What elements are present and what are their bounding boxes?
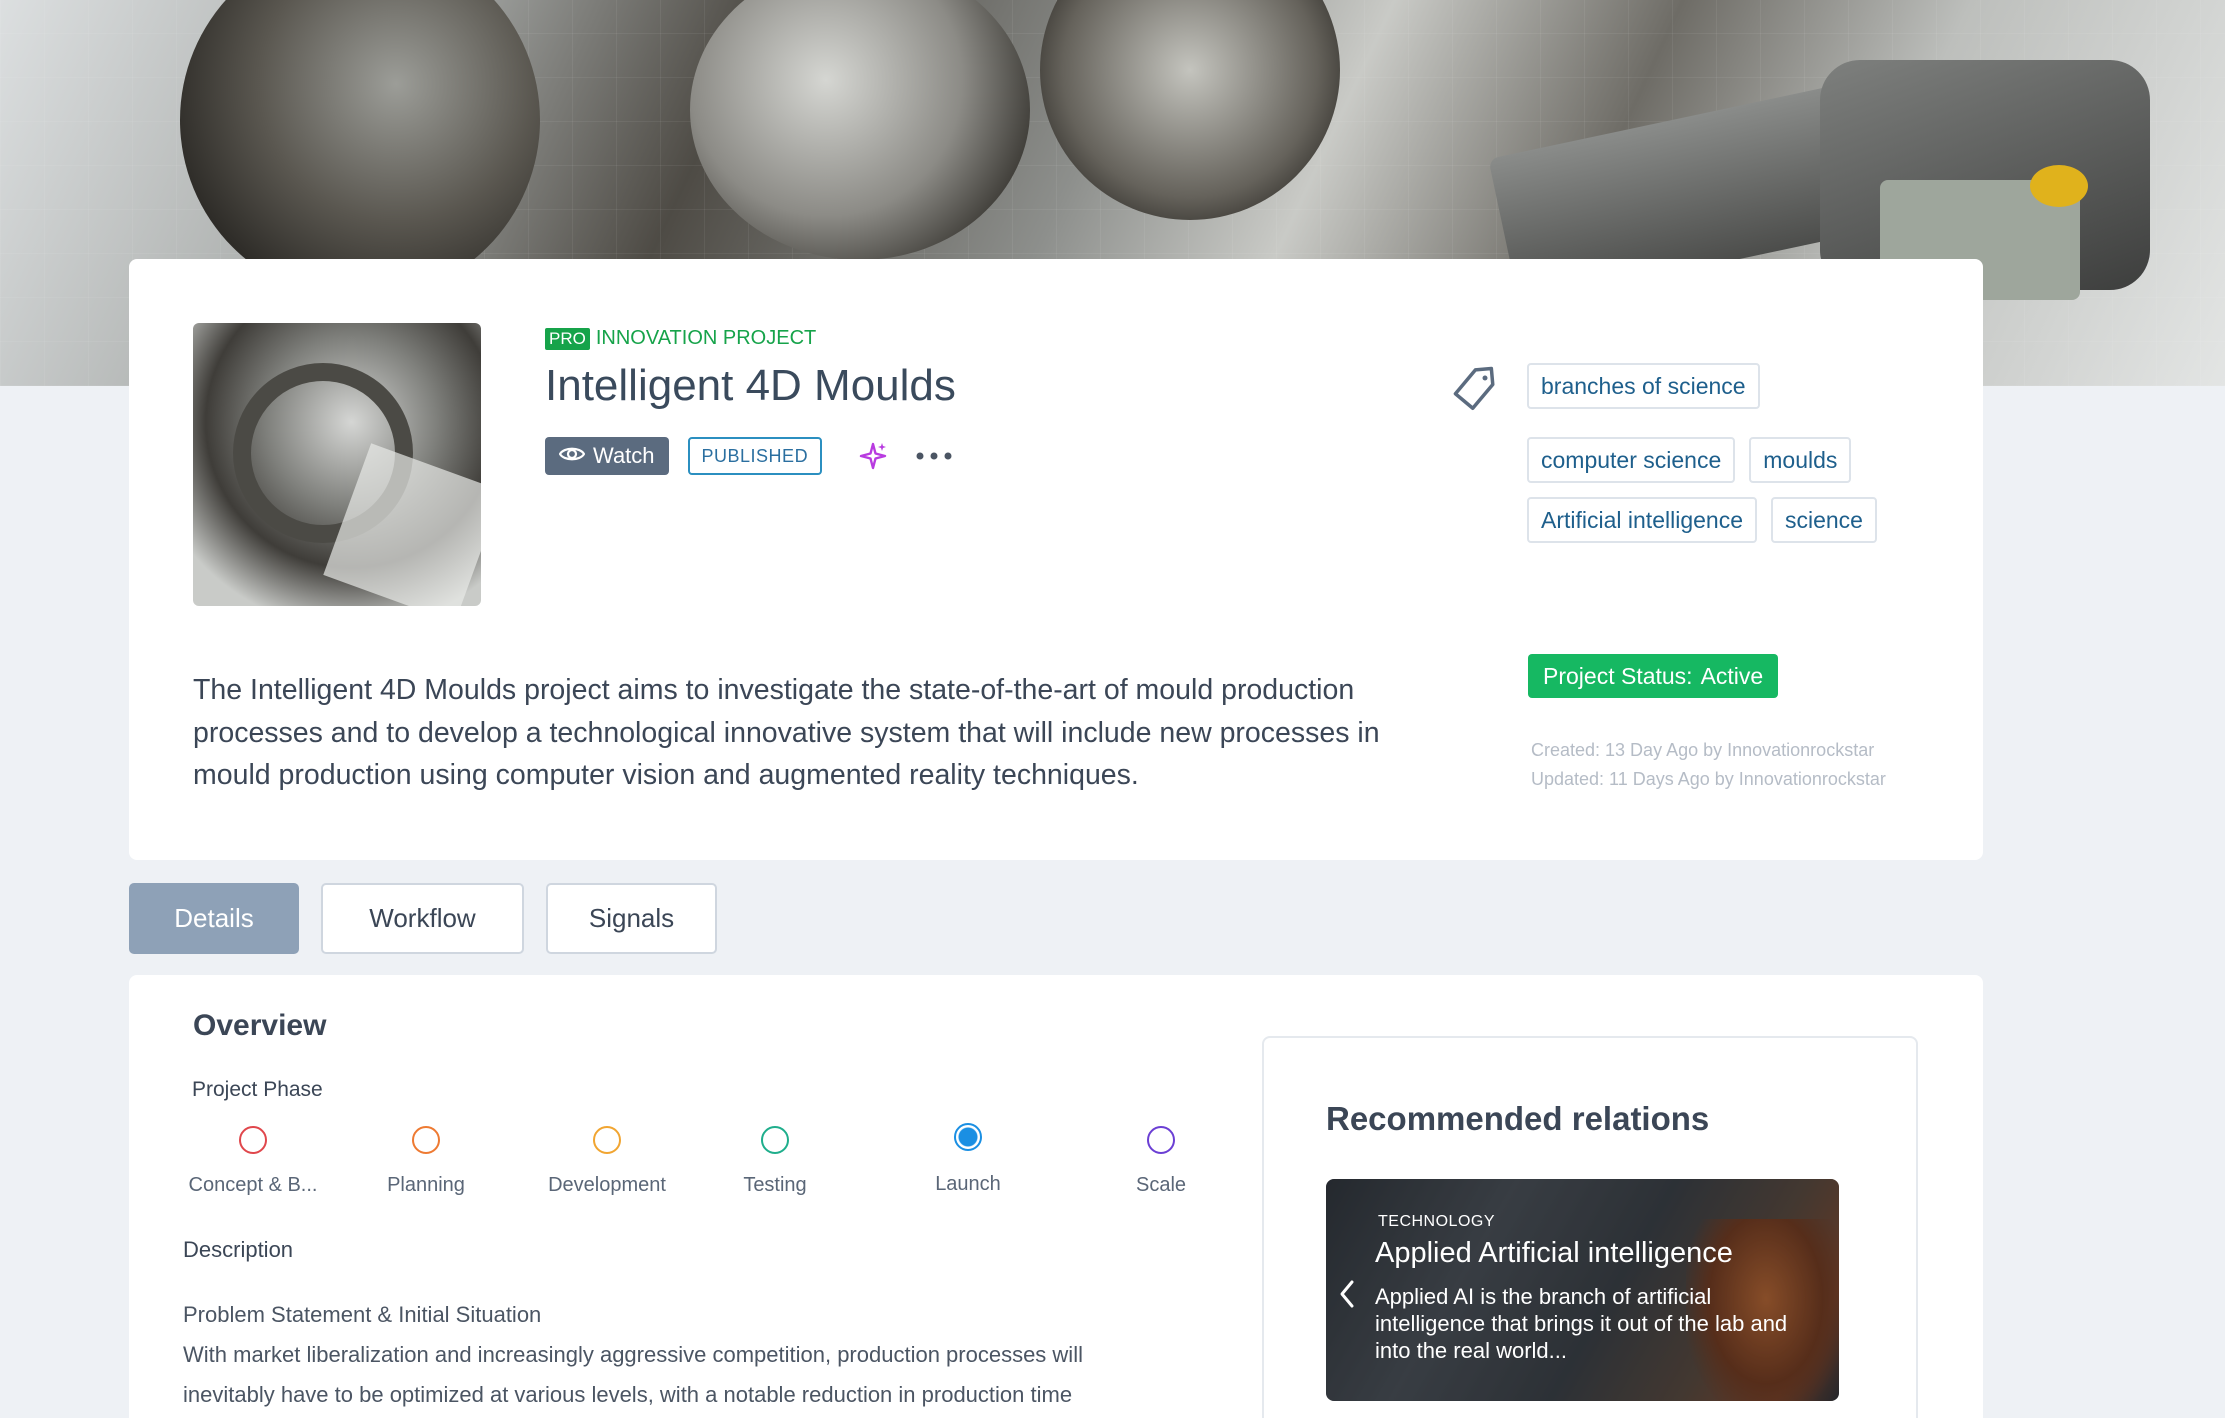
pro-badge: PRO xyxy=(545,327,590,350)
watch-button[interactable]: Watch xyxy=(545,437,669,475)
tab-bar: Details Workflow Signals xyxy=(129,883,717,954)
tag-chip[interactable]: computer science xyxy=(1527,437,1736,483)
recommended-title: Recommended relations xyxy=(1326,1100,1710,1137)
tab-signals[interactable]: Signals xyxy=(546,883,717,954)
phase-option-selected[interactable]: Launch xyxy=(888,1123,1048,1196)
phase-radio[interactable] xyxy=(1147,1126,1175,1154)
project-kicker: PRO INNOVATION PROJECT xyxy=(545,327,816,350)
phase-label: Launch xyxy=(935,1173,1001,1195)
description-line: With market liberalization and increasin… xyxy=(183,1342,1083,1367)
project-status-label: Project Status: xyxy=(1543,662,1693,689)
created-info: Created: 13 Day Ago by Innovationrocksta… xyxy=(1531,740,1875,760)
recommended-name[interactable]: Applied Artificial intelligence xyxy=(1375,1237,1733,1270)
phase-option[interactable]: Development xyxy=(527,1126,687,1197)
overview-title: Overview xyxy=(193,1009,327,1042)
project-type-label: INNOVATION PROJECT xyxy=(595,327,817,349)
tag-chip[interactable]: Artificial intelligence xyxy=(1527,497,1757,543)
sparkle-icon[interactable] xyxy=(856,439,890,473)
recommended-card[interactable]: TECHNOLOGY Applied Artificial intelligen… xyxy=(1326,1179,1839,1401)
phase-label: Scale xyxy=(1135,1174,1187,1196)
more-dots-icon[interactable] xyxy=(912,439,956,473)
phase-label: Development xyxy=(548,1174,666,1196)
tab-details[interactable]: Details xyxy=(129,883,299,954)
eye-icon xyxy=(558,443,586,469)
watch-label: Watch xyxy=(593,443,655,468)
phase-label: Concept & B... xyxy=(188,1174,318,1196)
phase-option[interactable]: Concept & B... xyxy=(173,1126,333,1197)
recommended-category: TECHNOLOGY xyxy=(1378,1213,1496,1230)
tag-icon xyxy=(1451,364,1499,412)
phase-option[interactable]: Planning xyxy=(346,1126,506,1197)
phase-label: Planning xyxy=(387,1174,465,1196)
project-thumbnail xyxy=(193,323,481,606)
updated-info: Updated: 11 Days Ago by Innovationrockst… xyxy=(1531,769,1886,789)
phase-radio[interactable] xyxy=(593,1126,621,1154)
published-badge: PUBLISHED xyxy=(687,437,823,475)
description-body: Problem Statement & Initial Situation Wi… xyxy=(183,1295,1223,1415)
recommended-relations-panel: Recommended relations TECHNOLOGY Applied… xyxy=(1262,1036,1918,1418)
description-line: inevitably have to be optimized at vario… xyxy=(183,1382,1073,1407)
project-title: Intelligent 4D Moulds xyxy=(545,361,956,410)
phase-radio-selected[interactable] xyxy=(954,1123,982,1151)
chevron-left-icon[interactable] xyxy=(1334,1274,1360,1314)
phase-radio[interactable] xyxy=(412,1126,440,1154)
tag-chip[interactable]: moulds xyxy=(1749,437,1852,483)
project-status-badge: Project Status: Active xyxy=(1528,654,1779,698)
tag-list: branches of science computer science mou… xyxy=(1527,363,1947,543)
tag-chip[interactable]: branches of science xyxy=(1527,363,1760,409)
project-phase-label: Project Phase xyxy=(192,1078,323,1101)
recommended-text: Applied AI is the branch of artificial i… xyxy=(1375,1284,1788,1363)
project-status-value: Active xyxy=(1700,662,1764,689)
phase-option[interactable]: Scale xyxy=(1081,1126,1241,1197)
phase-radio[interactable] xyxy=(761,1126,789,1154)
phase-label: Testing xyxy=(743,1174,807,1196)
details-panel: Overview Project Phase Concept & B... Pl… xyxy=(129,975,1983,1418)
tab-workflow[interactable]: Workflow xyxy=(321,883,524,954)
phase-radio[interactable] xyxy=(239,1126,267,1154)
description-heading: Description xyxy=(183,1237,294,1262)
tag-chip[interactable]: science xyxy=(1770,497,1877,543)
description-line: Problem Statement & Initial Situation xyxy=(183,1302,542,1327)
project-actions: Watch PUBLISHED xyxy=(545,437,956,475)
project-header-card: PRO INNOVATION PROJECT Intelligent 4D Mo… xyxy=(129,259,1983,860)
project-summary: The Intelligent 4D Moulds project aims t… xyxy=(193,674,1380,791)
phase-option[interactable]: Testing xyxy=(695,1126,855,1197)
project-meta: Created: 13 Day Ago by Innovationrocksta… xyxy=(1531,736,1886,794)
